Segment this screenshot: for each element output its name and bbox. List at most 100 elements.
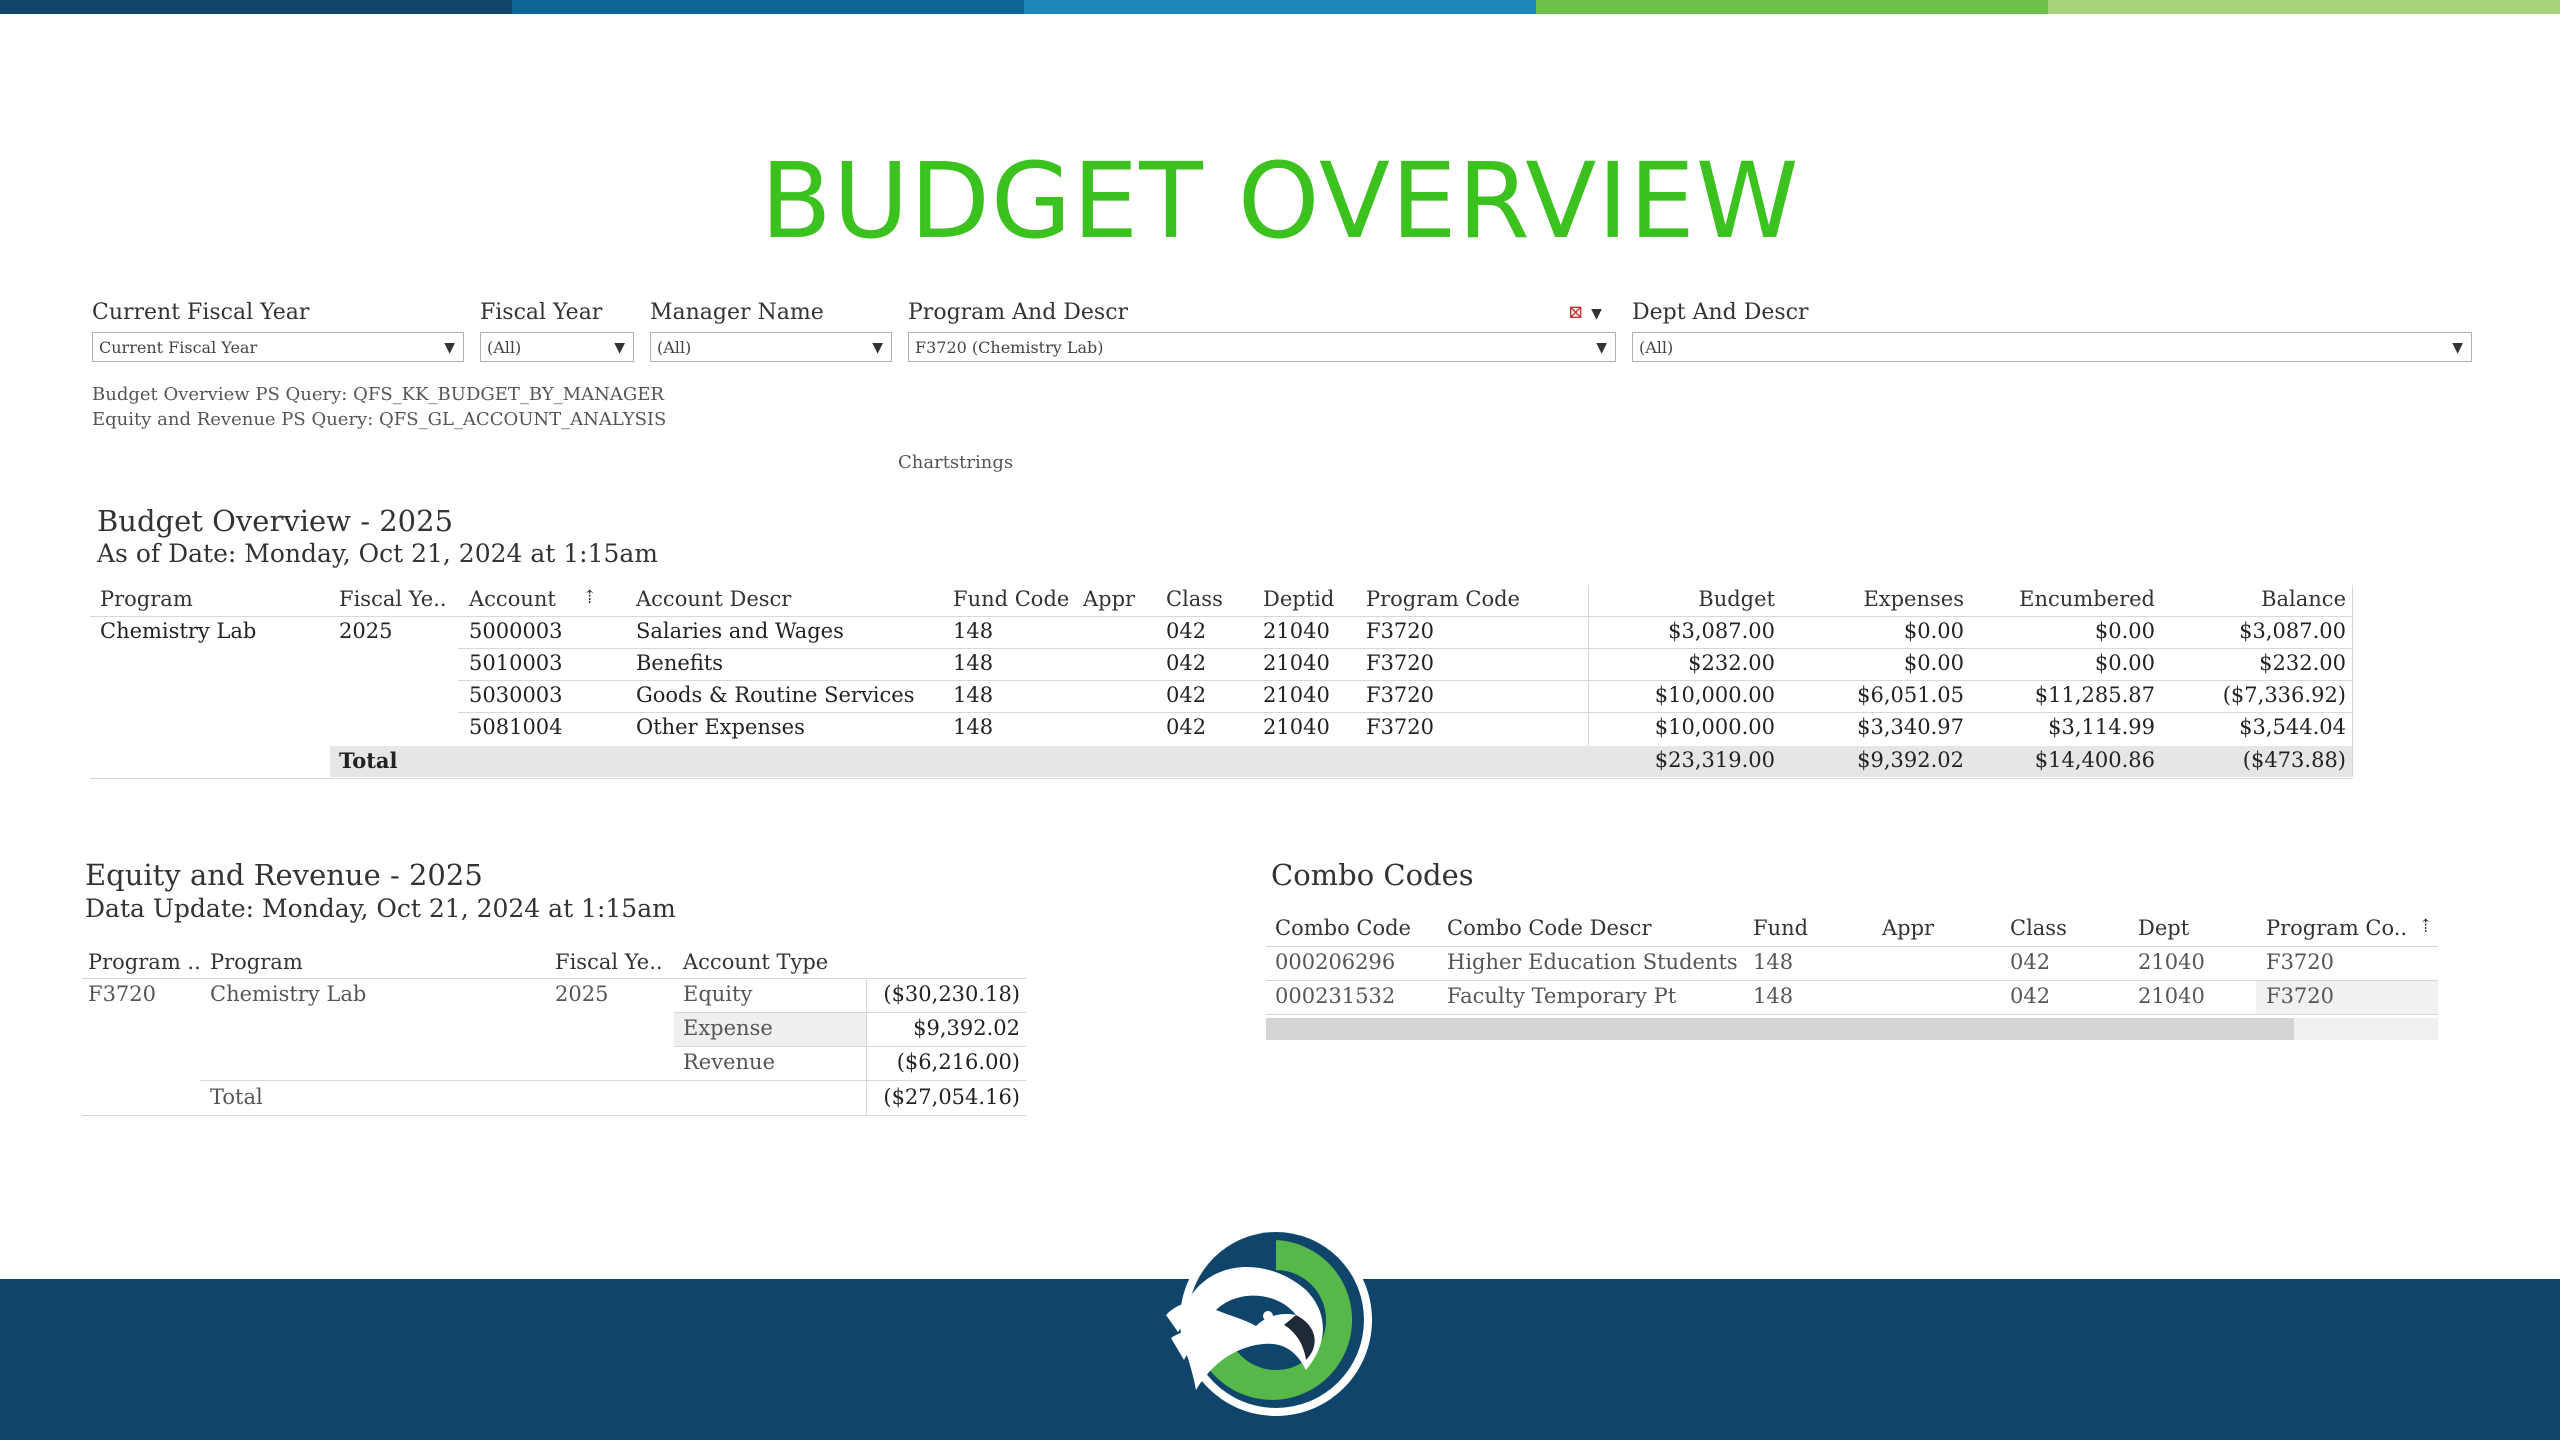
col-header-program-code[interactable]: Program Co.. (2266, 916, 2407, 940)
col-header-program-code[interactable]: Program .. (88, 950, 201, 974)
budget-cell: $232.00 (1688, 651, 1775, 675)
dropdown-value: Current Fiscal Year (99, 338, 258, 357)
col-header-program[interactable]: Program (210, 950, 303, 974)
fiscal-year-cell: 2025 (555, 982, 609, 1006)
filter-label: Fiscal Year (480, 300, 603, 325)
dept-and-descr-dropdown[interactable]: (All) ▼ (1632, 332, 2472, 362)
filter-current-fiscal-year: Current Fiscal Year Current Fiscal Year ▼ (92, 300, 464, 362)
top-color-bar (0, 0, 2560, 14)
col-header-account[interactable]: Account (469, 587, 556, 611)
account-cell: 5030003 (469, 683, 563, 707)
page-title: BUDGET OVERVIEW (760, 140, 1800, 262)
fund-cell: 148 (1753, 984, 1794, 1008)
col-header-appr[interactable]: Appr (1882, 916, 1934, 940)
expenses-cell: $0.00 (1903, 619, 1964, 643)
fiscal-year-cell: 2025 (339, 619, 393, 643)
total-budget-cell: $23,319.00 (1654, 748, 1775, 772)
account-descr-cell: Other Expenses (636, 715, 805, 739)
budget-cell: $10,000.00 (1654, 683, 1775, 707)
row-divider (90, 616, 2352, 617)
equity-query-note: Equity and Revenue PS Query: QFS_GL_ACCO… (92, 409, 667, 430)
total-label: Total (210, 1085, 263, 1109)
class-cell: 042 (1166, 651, 1207, 675)
dropdown-value: (All) (1639, 338, 1674, 357)
scrollbar-thumb[interactable] (1266, 1018, 2294, 1040)
total-balance-cell: ($473.88) (2242, 748, 2346, 772)
total-label: Total (339, 748, 398, 773)
deptid-cell: 21040 (1263, 683, 1330, 707)
budget-cell: $10,000.00 (1654, 715, 1775, 739)
current-fiscal-year-dropdown[interactable]: Current Fiscal Year ▼ (92, 332, 464, 362)
encumbered-cell: $0.00 (2094, 619, 2155, 643)
row-divider (1266, 1014, 2438, 1015)
row-divider (458, 712, 2352, 713)
sort-ascending-icon[interactable]: ⇡ (582, 587, 597, 608)
col-header-dept[interactable]: Dept (2138, 916, 2189, 940)
fund-code-cell: 148 (953, 651, 994, 675)
program-code-cell: F3720 (1366, 651, 1435, 675)
equity-revenue-title: Equity and Revenue - 2025 (85, 858, 483, 892)
combo-descr-cell: Higher Education Students (1447, 950, 1738, 974)
column-divider (2352, 585, 2353, 777)
account-type-cell: Expense (683, 1016, 773, 1040)
sort-ascending-icon[interactable]: ⇡ (2418, 916, 2433, 937)
color-segment (1024, 0, 1536, 14)
col-header-appr[interactable]: Appr (1083, 587, 1135, 611)
program-code-cell: F3720 (1366, 683, 1435, 707)
account-descr-cell: Salaries and Wages (636, 619, 844, 643)
col-header-program[interactable]: Program (100, 587, 193, 611)
col-header-combo-code-descr[interactable]: Combo Code Descr (1447, 916, 1651, 940)
budget-asof-date: As of Date: Monday, Oct 21, 2024 at 1:15… (97, 539, 659, 568)
account-cell: 5010003 (469, 651, 563, 675)
dropdown-value: F3720 (Chemistry Lab) (915, 338, 1104, 357)
col-header-fund[interactable]: Fund (1753, 916, 1808, 940)
combo-codes-title: Combo Codes (1271, 858, 1474, 892)
filter-label: Manager Name (650, 300, 824, 325)
deptid-cell: 21040 (1263, 651, 1330, 675)
col-header-class[interactable]: Class (2010, 916, 2067, 940)
expenses-cell: $0.00 (1903, 651, 1964, 675)
col-header-account-type[interactable]: Account Type (683, 950, 828, 974)
class-cell: 042 (2010, 984, 2051, 1008)
col-header-account-descr[interactable]: Account Descr (636, 587, 791, 611)
col-header-deptid[interactable]: Deptid (1263, 587, 1334, 611)
balance-cell: ($7,336.92) (2222, 683, 2346, 707)
col-header-program-code[interactable]: Program Code (1366, 587, 1520, 611)
filter-menu-icon[interactable]: ▼ (1591, 306, 1602, 322)
row-divider (82, 978, 1026, 979)
color-segment (0, 0, 512, 14)
chevron-down-icon: ▼ (1596, 340, 1607, 356)
program-code-cell: F3720 (2266, 950, 2335, 974)
fiscal-year-dropdown[interactable]: (All) ▼ (480, 332, 634, 362)
account-descr-cell: Goods & Routine Services (636, 683, 915, 707)
horizontal-scrollbar[interactable] (1266, 1018, 2438, 1040)
col-header-class[interactable]: Class (1166, 587, 1223, 611)
chevron-down-icon: ▼ (872, 340, 883, 356)
program-and-descr-dropdown[interactable]: F3720 (Chemistry Lab) ▼ (908, 332, 1616, 362)
color-segment (512, 0, 1024, 14)
row-divider (458, 648, 2352, 649)
chevron-down-icon: ▼ (444, 340, 455, 356)
color-segment (1536, 0, 2048, 14)
class-cell: 042 (2010, 950, 2051, 974)
dept-cell: 21040 (2138, 950, 2205, 974)
fund-cell: 148 (1753, 950, 1794, 974)
program-cell: Chemistry Lab (210, 982, 367, 1006)
col-header-fiscal-year[interactable]: Fiscal Ye.. (555, 950, 663, 974)
combo-code-cell: 000206296 (1275, 950, 1396, 974)
filter-program-and-descr: Program And Descr F3720 (Chemistry Lab) ▼ (908, 300, 1616, 362)
col-header-fund-code[interactable]: Fund Code (953, 587, 1069, 611)
col-header-expenses[interactable]: Expenses (1764, 587, 1964, 611)
col-header-combo-code[interactable]: Combo Code (1275, 916, 1411, 940)
program-code-cell: F3720 (88, 982, 157, 1006)
amount-cell: $9,392.02 (913, 1016, 1020, 1040)
col-header-fiscal-year[interactable]: Fiscal Ye.. (339, 587, 447, 611)
balance-cell: $3,544.04 (2239, 715, 2346, 739)
manager-name-dropdown[interactable]: (All) ▼ (650, 332, 892, 362)
class-cell: 042 (1166, 619, 1207, 643)
amount-cell: ($6,216.00) (896, 1050, 1020, 1074)
filter-label: Dept And Descr (1632, 300, 1809, 325)
col-header-budget[interactable]: Budget (1575, 587, 1775, 611)
col-header-balance[interactable]: Balance (1946, 587, 2346, 611)
clear-filter-icon[interactable]: ⊠ (1568, 302, 1583, 323)
